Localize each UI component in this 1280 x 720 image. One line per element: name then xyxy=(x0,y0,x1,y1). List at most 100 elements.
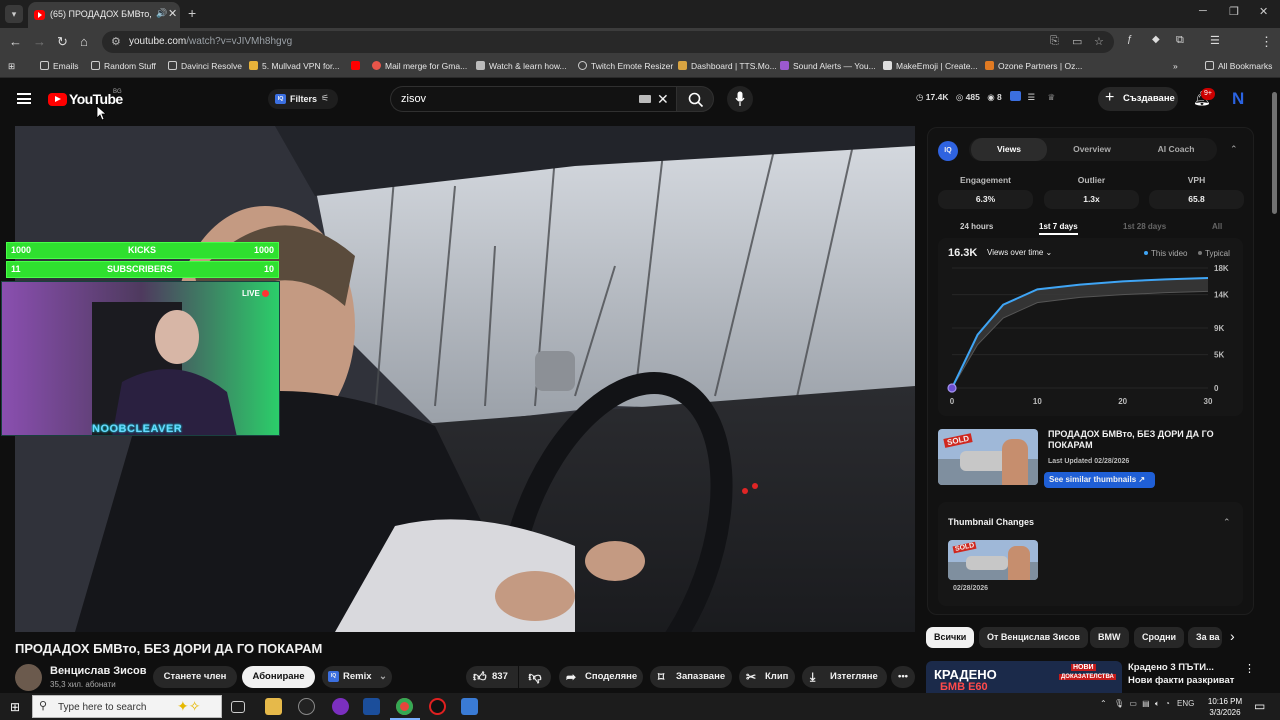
tab-audio-icon[interactable]: 🔊 xyxy=(156,8,167,19)
chip-related[interactable]: Сродни xyxy=(1134,627,1185,648)
browser-tab-active[interactable]: (65) ПРОДАДОХ БМВто, БЕ 🔊 ✕ xyxy=(28,2,180,28)
chips-next-icon[interactable]: › xyxy=(1230,628,1235,644)
thumbnail-change-image[interactable]: SOLD xyxy=(948,540,1038,580)
save-button[interactable]: ⌑ Запазване xyxy=(650,666,732,688)
bookmark-ozone[interactable]: Ozone Partners | Oz... xyxy=(985,61,1082,71)
vidiq-icon[interactable] xyxy=(1010,91,1022,101)
bookmark-mail-merge[interactable]: Mail merge for Gma... xyxy=(372,61,467,71)
back-icon[interactable]: ← xyxy=(9,34,22,49)
scrollbar-thumb[interactable] xyxy=(1272,92,1277,214)
subscribe-button[interactable]: Абониране xyxy=(242,666,315,688)
chip-bmw[interactable]: BMW xyxy=(1090,627,1129,648)
volume-icon[interactable]: 🔈︎ xyxy=(1155,699,1160,708)
page-scrollbar[interactable] xyxy=(1270,80,1280,693)
tab-views[interactable]: Views xyxy=(971,138,1047,161)
keyboard-icon[interactable] xyxy=(639,95,651,103)
network-icon[interactable]: ▤ xyxy=(1142,699,1150,708)
youtube-logo-icon[interactable] xyxy=(48,93,67,106)
tab-search-button[interactable]: ▾ xyxy=(5,5,23,23)
bookmark-random-stuff[interactable]: Random Stuff xyxy=(91,61,156,71)
restore-button[interactable]: ❐ xyxy=(1229,5,1239,18)
trophy-icon[interactable]: ♕ xyxy=(1048,92,1056,102)
bookmark-mullvad[interactable]: 5. Mullvad VPN for... xyxy=(249,61,339,71)
next-video-menu-icon[interactable]: ⋮ xyxy=(1244,662,1255,675)
channel-avatar[interactable] xyxy=(15,664,42,691)
collapse-changes-icon[interactable]: ⌃ xyxy=(1223,517,1231,528)
bookmark-emails[interactable]: Emails xyxy=(40,61,79,71)
search-button[interactable] xyxy=(676,86,714,112)
bookmark-youtube[interactable] xyxy=(351,61,364,71)
app-icon[interactable] xyxy=(298,698,315,715)
chip-for-you[interactable]: За ва xyxy=(1188,627,1222,648)
cast-icon[interactable]: ▭ xyxy=(1072,35,1082,48)
channel-name[interactable]: Венцислав Зисов xyxy=(50,665,147,677)
filters-button[interactable]: IQ Filters ⚟ xyxy=(268,89,338,109)
bookmark-davinci-resolve[interactable]: Davinci Resolve xyxy=(168,61,242,71)
bookmark-makeemoji[interactable]: MakeEmoji | Create... xyxy=(883,61,978,71)
guide-menu-icon[interactable] xyxy=(17,93,31,104)
apps-grid-icon[interactable]: ⊞ xyxy=(8,61,15,72)
like-button[interactable]: 👍︎ 837 xyxy=(466,666,518,688)
taskbar-clock[interactable]: 10:16 PM 3/3/2026 xyxy=(1203,696,1247,718)
steam-icon[interactable] xyxy=(363,698,380,715)
bookmark-twitch-emote[interactable]: Twitch Emote Resizer xyxy=(578,61,673,71)
video-thumbnail[interactable]: SOLD xyxy=(938,429,1038,485)
bookmark-dashboard-tts[interactable]: Dashboard | TTS.Mo... xyxy=(678,61,777,71)
range-first-7-days[interactable]: 1st 7 days xyxy=(1039,222,1078,235)
app-icon-purple[interactable] xyxy=(332,698,349,715)
chip-all[interactable]: Всички xyxy=(926,627,975,648)
share-button[interactable]: ➦ Споделяне xyxy=(559,666,643,688)
bookmark-sound-alerts[interactable]: Sound Alerts — You... xyxy=(780,61,876,71)
tray-chevron-icon[interactable]: ⌃ xyxy=(1100,699,1107,708)
chrome-icon[interactable] xyxy=(396,698,413,715)
extension-icon[interactable]: ◆ xyxy=(1152,34,1160,45)
close-window-button[interactable]: ✕ xyxy=(1259,5,1268,18)
home-icon[interactable]: ⌂ xyxy=(80,34,88,49)
tab-close-icon[interactable]: ✕ xyxy=(168,7,177,20)
list-icon[interactable]: ☰ xyxy=(1028,92,1036,102)
site-info-icon[interactable]: ⚙ xyxy=(111,35,121,48)
translate-icon[interactable]: ⎘ xyxy=(1050,35,1059,48)
create-button[interactable]: + Създаване xyxy=(1098,87,1178,111)
chart-dropdown[interactable]: Views over time ⌄ xyxy=(987,248,1052,257)
notifications-center-icon[interactable]: ▭ xyxy=(1254,699,1265,713)
remix-button[interactable]: IQ Remix ⌄ xyxy=(322,666,392,688)
search-input[interactable]: zisov ✕ xyxy=(390,86,676,112)
join-button[interactable]: Станете член xyxy=(153,666,237,688)
account-avatar[interactable]: N xyxy=(1232,90,1248,108)
address-bar[interactable]: ⚙ youtube.com/watch?v=vJIVMh8hgvg ⎘ ▭ ☆ xyxy=(102,31,1114,53)
collapse-panel-icon[interactable]: ⌃ xyxy=(1230,144,1238,155)
tab-ai-coach[interactable]: AI Coach xyxy=(1138,138,1214,161)
reload-icon[interactable]: ↻ xyxy=(57,34,68,50)
range-first-28-days[interactable]: 1st 28 days xyxy=(1123,222,1166,231)
voice-search-button[interactable] xyxy=(727,86,753,112)
bookmark-watch-learn[interactable]: Watch & learn how... xyxy=(476,61,567,71)
all-bookmarks-folder[interactable]: All Bookmarks xyxy=(1205,61,1272,71)
windows-start-icon[interactable]: ⊞ xyxy=(10,700,20,714)
range-24-hours[interactable]: 24 hours xyxy=(960,222,993,231)
wifi-icon[interactable]: ◔ xyxy=(1165,699,1170,708)
file-explorer-icon[interactable] xyxy=(265,698,282,715)
bookmark-star-icon[interactable]: ☆ xyxy=(1094,35,1104,48)
download-button[interactable]: ⤓ Изтегляне xyxy=(802,666,887,688)
more-actions-button[interactable]: ••• xyxy=(891,666,915,688)
task-view-icon[interactable] xyxy=(231,701,245,713)
tab-overview[interactable]: Overview xyxy=(1054,138,1130,161)
browser-menu-icon[interactable]: ⋮ xyxy=(1260,34,1273,50)
forward-icon[interactable]: → xyxy=(33,34,46,49)
clear-search-icon[interactable]: ✕ xyxy=(657,91,669,108)
clip-button[interactable]: ✂ Клип xyxy=(739,666,795,688)
next-video-thumbnail[interactable]: КРАДЕНО БМВ Е60 НОВИ ДОКАЗАТЕЛСТВА xyxy=(926,661,1122,693)
see-similar-thumbnails-button[interactable]: See similar thumbnails ↗ xyxy=(1044,472,1155,488)
tray-icon[interactable]: ▭ xyxy=(1129,699,1137,708)
calculator-icon[interactable] xyxy=(461,698,478,715)
media-control-icon[interactable]: ☰ xyxy=(1210,34,1220,47)
bookmarks-overflow-icon[interactable]: » xyxy=(1173,61,1178,71)
obs-icon[interactable] xyxy=(429,698,446,715)
taskbar-search-box[interactable]: ⚲ Type here to search ✦✧ xyxy=(32,695,222,718)
chip-from-channel[interactable]: От Венцислав Зисов xyxy=(979,627,1088,648)
dislike-button[interactable]: 👎︎ xyxy=(519,666,551,688)
new-tab-button[interactable]: + xyxy=(188,5,196,21)
microphone-tray-icon[interactable]: 🎙︎ xyxy=(1114,699,1124,708)
range-all[interactable]: All xyxy=(1212,222,1222,231)
